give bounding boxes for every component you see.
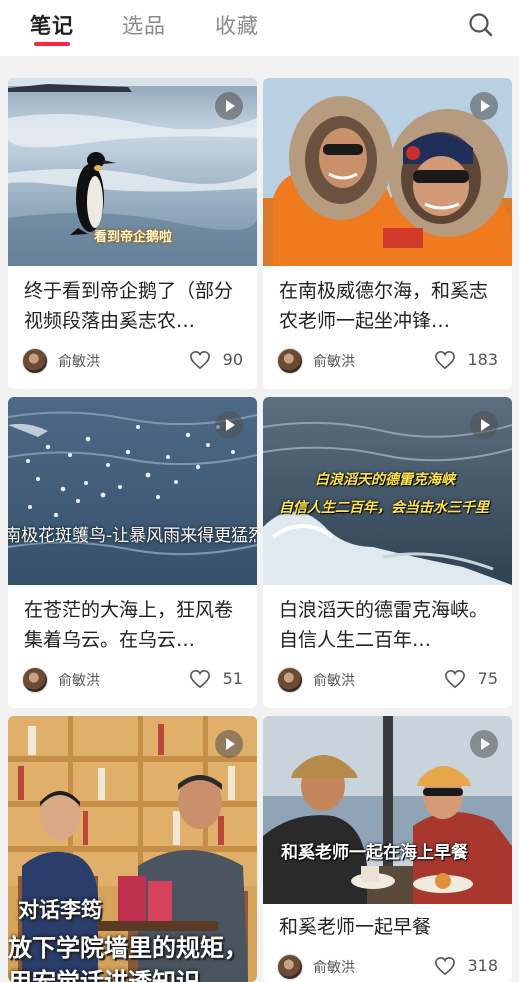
play-icon xyxy=(215,92,243,120)
author-name[interactable]: 俞敏洪 xyxy=(58,351,100,371)
like-button[interactable]: 183 xyxy=(428,349,498,373)
avatar[interactable] xyxy=(277,954,303,980)
heart-icon xyxy=(190,350,210,370)
avatar[interactable] xyxy=(22,667,48,693)
heart-icon xyxy=(190,669,210,689)
cover-caption-line3: 用宏觉话讲透知识 xyxy=(8,968,200,982)
heart-icon xyxy=(435,956,455,976)
like-button[interactable]: 75 xyxy=(436,668,498,692)
top-tab-bar: 笔记 选品 收藏 xyxy=(0,0,519,56)
like-button[interactable]: 90 xyxy=(181,349,243,373)
note-card[interactable]: 南极花斑鹱鸟-让暴风雨来得更猛烈 在苍茫的大海上，狂风卷集着乌云。在乌云… 俞敏… xyxy=(8,397,257,708)
play-icon xyxy=(215,730,243,758)
cover-caption: 看到帝企鹅啦 xyxy=(94,230,173,245)
avatar[interactable] xyxy=(277,348,303,374)
note-card[interactable]: 看到帝企鹅啦 终于看到帝企鹅了（部分视频段落由奚志农… 俞敏洪 90 xyxy=(8,78,257,389)
note-title[interactable]: 在苍茫的大海上，狂风卷集着乌云。在乌云… xyxy=(24,595,245,655)
cover-caption-line1: 对话李筠 xyxy=(18,898,102,922)
note-meta: 俞敏洪 183 xyxy=(277,348,498,376)
like-count: 183 xyxy=(467,350,498,369)
cover-caption: 和奚老师一起在海上早餐 xyxy=(281,843,468,863)
play-icon xyxy=(470,730,498,758)
author-name[interactable]: 俞敏洪 xyxy=(313,670,355,690)
cover-caption-line2: 自信人生二百年，会当击水三千里 xyxy=(279,500,489,516)
note-cover-image[interactable]: 白浪滔天的德雷克海峡 自信人生二百年，会当击水三千里 xyxy=(263,397,512,585)
tab-products[interactable]: 选品 xyxy=(122,10,166,40)
like-count: 51 xyxy=(222,669,243,688)
note-card[interactable]: 对话李筠 放下学院墙里的规矩， 用宏觉话讲透知识 xyxy=(8,716,257,982)
note-meta: 俞敏洪 318 xyxy=(277,954,498,982)
note-title[interactable]: 白浪滔天的德雷克海峡。自信人生二百年… xyxy=(279,595,500,655)
author-name[interactable]: 俞敏洪 xyxy=(313,351,355,371)
author-name[interactable]: 俞敏洪 xyxy=(58,670,100,690)
play-icon xyxy=(215,411,243,439)
like-count: 75 xyxy=(477,669,498,688)
like-count: 90 xyxy=(222,350,243,369)
avatar[interactable] xyxy=(277,667,303,693)
note-title[interactable]: 和奚老师一起早餐 xyxy=(279,912,500,942)
note-title[interactable]: 在南极威德尔海，和奚志农老师一起坐冲锋… xyxy=(279,276,500,336)
note-meta: 俞敏洪 75 xyxy=(277,667,498,695)
tab-notes[interactable]: 笔记 xyxy=(30,10,74,40)
heart-icon xyxy=(435,350,455,370)
like-button[interactable]: 318 xyxy=(428,955,498,979)
play-icon xyxy=(470,92,498,120)
like-button[interactable]: 51 xyxy=(181,668,243,692)
note-cover-image[interactable]: 看到帝企鹅啦 xyxy=(8,78,257,266)
note-cover-image[interactable]: 和奚老师一起在海上早餐 xyxy=(263,716,512,904)
note-cover-image[interactable]: 对话李筠 放下学院墙里的规矩， 用宏觉话讲透知识 xyxy=(8,716,257,982)
active-tab-indicator xyxy=(34,42,70,46)
note-meta: 俞敏洪 90 xyxy=(22,348,243,376)
avatar[interactable] xyxy=(22,348,48,374)
cover-caption-line2: 放下学院墙里的规矩， xyxy=(8,934,248,962)
author-name[interactable]: 俞敏洪 xyxy=(313,957,355,977)
cover-caption: 南极花斑鹱鸟-让暴风雨来得更猛烈 xyxy=(8,526,257,546)
note-cover-image[interactable] xyxy=(263,78,512,266)
note-title[interactable]: 终于看到帝企鹅了（部分视频段落由奚志农… xyxy=(24,276,245,336)
heart-icon xyxy=(445,669,465,689)
note-meta: 俞敏洪 51 xyxy=(22,667,243,695)
search-button[interactable] xyxy=(466,10,496,40)
tab-favorites[interactable]: 收藏 xyxy=(215,10,259,40)
note-cover-image[interactable]: 南极花斑鹱鸟-让暴风雨来得更猛烈 xyxy=(8,397,257,585)
like-count: 318 xyxy=(467,956,498,975)
note-card[interactable]: 白浪滔天的德雷克海峡 自信人生二百年，会当击水三千里 白浪滔天的德雷克海峡。自信… xyxy=(263,397,512,708)
play-icon xyxy=(470,411,498,439)
note-card[interactable]: 和奚老师一起在海上早餐 和奚老师一起早餐 俞敏洪 318 xyxy=(263,716,512,982)
search-icon xyxy=(469,13,493,37)
cover-caption-line1: 白浪滔天的德雷克海峡 xyxy=(315,472,455,488)
note-card[interactable]: 在南极威德尔海，和奚志农老师一起坐冲锋… 俞敏洪 183 xyxy=(263,78,512,389)
